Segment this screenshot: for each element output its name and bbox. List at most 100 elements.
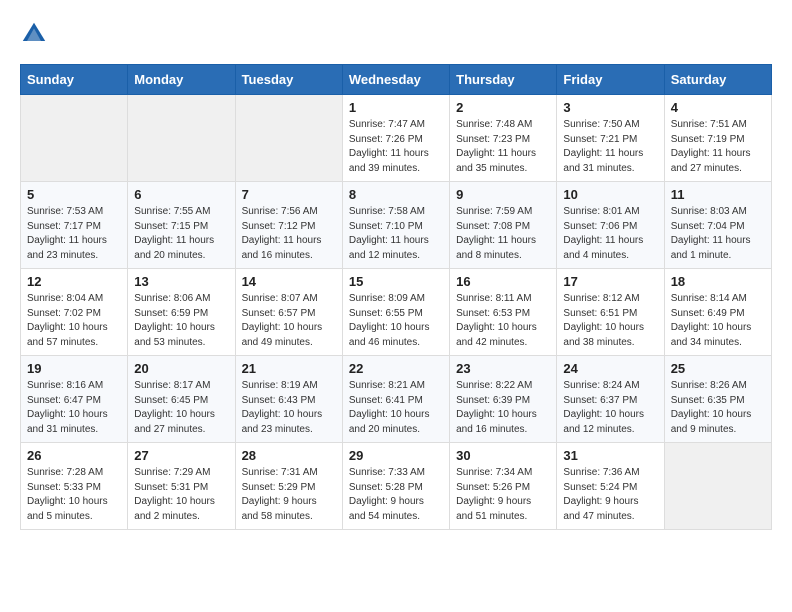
day-number: 7 [242,187,336,202]
weekday-header-monday: Monday [128,65,235,95]
calendar-cell: 3 Sunrise: 7:50 AM Sunset: 7:21 PM Daylig… [557,95,664,182]
day-number: 20 [134,361,228,376]
calendar-cell: 13 Sunrise: 8:06 AM Sunset: 6:59 PM Dayli… [128,269,235,356]
calendar-cell: 9 Sunrise: 7:59 AM Sunset: 7:08 PM Daylig… [450,182,557,269]
calendar-week-3: 12 Sunrise: 8:04 AM Sunset: 7:02 PM Dayli… [21,269,772,356]
day-number: 18 [671,274,765,289]
day-number: 8 [349,187,443,202]
calendar-cell: 25 Sunrise: 8:26 AM Sunset: 6:35 PM Dayli… [664,356,771,443]
weekday-header-wednesday: Wednesday [342,65,449,95]
day-detail: Sunrise: 8:14 AM Sunset: 6:49 PM Dayligh… [671,292,765,350]
day-detail: Sunrise: 7:50 AM Sunset: 7:21 PM Dayligh… [563,118,657,176]
day-number: 5 [27,187,121,202]
day-detail: Sunrise: 8:19 AM Sunset: 6:43 PM Dayligh… [242,379,336,437]
day-number: 23 [456,361,550,376]
calendar-cell: 23 Sunrise: 8:22 AM Sunset: 6:39 PM Dayli… [450,356,557,443]
day-number: 11 [671,187,765,202]
day-number: 31 [563,448,657,463]
calendar-week-2: 5 Sunrise: 7:53 AM Sunset: 7:17 PM Daylig… [21,182,772,269]
day-detail: Sunrise: 7:31 AM Sunset: 5:29 PM Dayligh… [242,466,336,524]
day-number: 1 [349,100,443,115]
calendar-cell: 30 Sunrise: 7:34 AM Sunset: 5:26 PM Dayli… [450,443,557,530]
day-detail: Sunrise: 8:26 AM Sunset: 6:35 PM Dayligh… [671,379,765,437]
calendar-cell [21,95,128,182]
calendar-cell: 24 Sunrise: 8:24 AM Sunset: 6:37 PM Dayli… [557,356,664,443]
calendar-table: SundayMondayTuesdayWednesdayThursdayFrid… [20,64,772,530]
day-detail: Sunrise: 7:53 AM Sunset: 7:17 PM Dayligh… [27,205,121,263]
calendar-cell: 29Sunrise: 7:33 AM Sunset: 5:28 PM Dayli… [342,443,449,530]
calendar-cell: 14 Sunrise: 8:07 AM Sunset: 6:57 PM Dayli… [235,269,342,356]
calendar-week-1: 1Sunrise: 7:47 AM Sunset: 7:26 PM Daylig… [21,95,772,182]
calendar-cell: 26 Sunrise: 7:28 AM Sunset: 5:33 PM Dayli… [21,443,128,530]
day-number: 19 [27,361,121,376]
calendar-cell: 2 Sunrise: 7:48 AM Sunset: 7:23 PM Daylig… [450,95,557,182]
day-number: 2 [456,100,550,115]
calendar-cell: 1Sunrise: 7:47 AM Sunset: 7:26 PM Daylig… [342,95,449,182]
day-number: 13 [134,274,228,289]
day-detail: Sunrise: 7:36 AM Sunset: 5:24 PM Dayligh… [563,466,657,524]
calendar-cell: 28 Sunrise: 7:31 AM Sunset: 5:29 PM Dayli… [235,443,342,530]
calendar-week-4: 19Sunrise: 8:16 AM Sunset: 6:47 PM Dayli… [21,356,772,443]
day-number: 15 [349,274,443,289]
day-number: 21 [242,361,336,376]
day-number: 22 [349,361,443,376]
day-detail: Sunrise: 7:56 AM Sunset: 7:12 PM Dayligh… [242,205,336,263]
calendar-cell: 10Sunrise: 8:01 AM Sunset: 7:06 PM Dayli… [557,182,664,269]
day-number: 24 [563,361,657,376]
calendar-cell [664,443,771,530]
calendar-cell: 8 Sunrise: 7:58 AM Sunset: 7:10 PM Daylig… [342,182,449,269]
calendar-cell: 27 Sunrise: 7:29 AM Sunset: 5:31 PM Dayli… [128,443,235,530]
calendar-week-5: 26 Sunrise: 7:28 AM Sunset: 5:33 PM Dayli… [21,443,772,530]
calendar-cell: 12 Sunrise: 8:04 AM Sunset: 7:02 PM Dayli… [21,269,128,356]
calendar-cell [235,95,342,182]
calendar-cell: 15 Sunrise: 8:09 AM Sunset: 6:55 PM Dayli… [342,269,449,356]
logo-icon [20,20,48,48]
weekday-header-tuesday: Tuesday [235,65,342,95]
day-number: 6 [134,187,228,202]
weekday-header-saturday: Saturday [664,65,771,95]
day-detail: Sunrise: 7:29 AM Sunset: 5:31 PM Dayligh… [134,466,228,524]
day-number: 12 [27,274,121,289]
calendar-cell: 19Sunrise: 8:16 AM Sunset: 6:47 PM Dayli… [21,356,128,443]
day-detail: Sunrise: 8:06 AM Sunset: 6:59 PM Dayligh… [134,292,228,350]
day-number: 30 [456,448,550,463]
day-detail: Sunrise: 7:55 AM Sunset: 7:15 PM Dayligh… [134,205,228,263]
weekday-header-sunday: Sunday [21,65,128,95]
day-number: 26 [27,448,121,463]
day-detail: Sunrise: 8:21 AM Sunset: 6:41 PM Dayligh… [349,379,443,437]
day-detail: Sunrise: 7:59 AM Sunset: 7:08 PM Dayligh… [456,205,550,263]
day-detail: Sunrise: 8:12 AM Sunset: 6:51 PM Dayligh… [563,292,657,350]
day-number: 25 [671,361,765,376]
calendar-cell: 7 Sunrise: 7:56 AM Sunset: 7:12 PM Daylig… [235,182,342,269]
weekday-header-friday: Friday [557,65,664,95]
day-detail: Sunrise: 7:28 AM Sunset: 5:33 PM Dayligh… [27,466,121,524]
day-number: 3 [563,100,657,115]
day-number: 28 [242,448,336,463]
day-detail: Sunrise: 8:09 AM Sunset: 6:55 PM Dayligh… [349,292,443,350]
day-detail: Sunrise: 8:22 AM Sunset: 6:39 PM Dayligh… [456,379,550,437]
calendar-cell: 31 Sunrise: 7:36 AM Sunset: 5:24 PM Dayli… [557,443,664,530]
calendar-cell: 22 Sunrise: 8:21 AM Sunset: 6:41 PM Dayli… [342,356,449,443]
day-number: 14 [242,274,336,289]
day-detail: Sunrise: 7:33 AM Sunset: 5:28 PM Dayligh… [349,466,443,524]
day-detail: Sunrise: 7:48 AM Sunset: 7:23 PM Dayligh… [456,118,550,176]
day-detail: Sunrise: 8:01 AM Sunset: 7:06 PM Dayligh… [563,205,657,263]
day-detail: Sunrise: 7:34 AM Sunset: 5:26 PM Dayligh… [456,466,550,524]
calendar-header-row: SundayMondayTuesdayWednesdayThursdayFrid… [21,65,772,95]
day-detail: Sunrise: 8:24 AM Sunset: 6:37 PM Dayligh… [563,379,657,437]
calendar-cell: 16Sunrise: 8:11 AM Sunset: 6:53 PM Dayli… [450,269,557,356]
day-detail: Sunrise: 8:04 AM Sunset: 7:02 PM Dayligh… [27,292,121,350]
day-detail: Sunrise: 7:58 AM Sunset: 7:10 PM Dayligh… [349,205,443,263]
day-detail: Sunrise: 8:11 AM Sunset: 6:53 PM Dayligh… [456,292,550,350]
page-header [20,20,772,48]
day-number: 17 [563,274,657,289]
day-number: 9 [456,187,550,202]
calendar-cell: 11Sunrise: 8:03 AM Sunset: 7:04 PM Dayli… [664,182,771,269]
calendar-cell: 5 Sunrise: 7:53 AM Sunset: 7:17 PM Daylig… [21,182,128,269]
day-number: 27 [134,448,228,463]
calendar-cell [128,95,235,182]
calendar-cell: 18 Sunrise: 8:14 AM Sunset: 6:49 PM Dayli… [664,269,771,356]
day-detail: Sunrise: 8:07 AM Sunset: 6:57 PM Dayligh… [242,292,336,350]
calendar-cell: 20Sunrise: 8:17 AM Sunset: 6:45 PM Dayli… [128,356,235,443]
calendar-cell: 4Sunrise: 7:51 AM Sunset: 7:19 PM Daylig… [664,95,771,182]
